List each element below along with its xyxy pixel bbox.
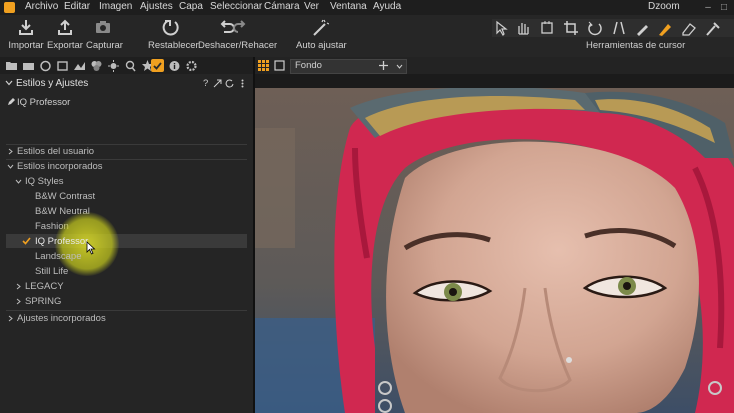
chevron-right-icon[interactable] bbox=[15, 283, 22, 290]
maximize-icon[interactable]: □ bbox=[716, 0, 732, 15]
brush-icon[interactable] bbox=[656, 19, 674, 37]
info-tab-icon[interactable] bbox=[168, 58, 181, 73]
details-tab-icon[interactable] bbox=[107, 58, 120, 73]
add-icon[interactable] bbox=[378, 60, 389, 71]
loupe-icon[interactable] bbox=[538, 19, 556, 37]
folder-tab-icon[interactable] bbox=[5, 58, 18, 73]
tree-iq-styles[interactable]: IQ Styles bbox=[25, 176, 64, 187]
styles-section-header: Estilos y Ajustes ? bbox=[0, 75, 253, 91]
cursor-tools-label: Herramientas de cursor bbox=[586, 40, 686, 51]
composition-tab-icon[interactable] bbox=[56, 58, 69, 73]
menu-editar[interactable]: Editar bbox=[64, 1, 90, 12]
chevron-down-icon bbox=[396, 64, 403, 69]
tree-spring[interactable]: SPRING bbox=[25, 296, 61, 307]
tree-legacy[interactable]: LEGACY bbox=[25, 281, 64, 292]
styles-tab[interactable] bbox=[151, 59, 164, 72]
search-tab-icon[interactable] bbox=[124, 58, 137, 73]
menu-capa[interactable]: Capa bbox=[179, 1, 203, 12]
export-icon bbox=[58, 19, 72, 35]
auto-adjust-button[interactable]: Auto ajustar bbox=[296, 18, 347, 51]
capture-button[interactable]: Capturar bbox=[86, 18, 123, 51]
style-item[interactable]: Still Life bbox=[35, 266, 68, 277]
tree-builtin-styles[interactable]: Estilos incorporados bbox=[17, 161, 103, 172]
menu-camara[interactable]: Cámara bbox=[264, 1, 300, 12]
menu-ventana[interactable]: Ventana bbox=[330, 1, 367, 12]
color-picker-icon[interactable] bbox=[704, 19, 722, 37]
style-item-selected[interactable]: IQ Professor bbox=[35, 236, 88, 247]
color-tab-icon[interactable] bbox=[90, 58, 103, 73]
minimize-icon[interactable]: – bbox=[700, 0, 716, 15]
main-toolbar: Importar Exportar Capturar Restablecer D… bbox=[0, 15, 734, 58]
chevron-down-icon[interactable] bbox=[5, 79, 13, 87]
tool-tabs bbox=[0, 57, 253, 74]
grid-view-icon[interactable] bbox=[258, 60, 269, 71]
menu-ayuda[interactable]: Ayuda bbox=[373, 1, 401, 12]
window-title: Dzoom bbox=[648, 1, 680, 12]
select-arrow-icon[interactable] bbox=[492, 19, 510, 37]
rotate-icon[interactable] bbox=[586, 19, 604, 37]
spot-removal-icon[interactable] bbox=[634, 19, 652, 37]
undo-redo-icon bbox=[220, 20, 246, 33]
magic-wand-icon bbox=[313, 19, 329, 36]
viewer-gap bbox=[255, 74, 734, 88]
camera-icon bbox=[96, 21, 110, 33]
mouse-pointer-icon bbox=[86, 241, 96, 255]
lens-tab-icon[interactable] bbox=[39, 58, 52, 73]
single-view-icon[interactable] bbox=[274, 60, 285, 71]
import-icon bbox=[19, 20, 33, 35]
tree-builtin-adjustments[interactable]: Ajustes incorporados bbox=[17, 313, 106, 324]
undo-redo-button[interactable]: Deshacer/Rehacer bbox=[198, 18, 277, 51]
section-title: Estilos y Ajustes bbox=[16, 78, 89, 89]
styles-panel: Estilos y Ajustes ? IQ Professor Estilos… bbox=[0, 57, 255, 413]
crop-icon[interactable] bbox=[562, 19, 580, 37]
portrait-photo bbox=[255, 88, 734, 413]
cursor-tools-strip bbox=[492, 19, 734, 37]
eraser-icon[interactable] bbox=[680, 19, 698, 37]
keystone-icon[interactable] bbox=[610, 19, 628, 37]
help-icon[interactable]: ? bbox=[203, 78, 208, 89]
chevron-down-icon[interactable] bbox=[7, 163, 14, 170]
image-viewer[interactable] bbox=[255, 88, 734, 413]
current-style-label: IQ Professor bbox=[17, 97, 71, 108]
pan-hand-icon[interactable] bbox=[514, 19, 532, 37]
expand-icon[interactable] bbox=[213, 79, 222, 88]
divider bbox=[6, 310, 247, 311]
styles-tab-icon bbox=[153, 62, 162, 70]
exposure-tab-icon[interactable] bbox=[73, 58, 86, 73]
chevron-right-icon[interactable] bbox=[15, 298, 22, 305]
menu-seleccionar[interactable]: Seleccionar bbox=[210, 1, 262, 12]
menu-ver[interactable]: Ver bbox=[304, 1, 319, 12]
tree-user-styles[interactable]: Estilos del usuario bbox=[17, 146, 94, 157]
background-select[interactable]: Fondo bbox=[290, 59, 407, 74]
divider bbox=[6, 144, 247, 145]
pencil-icon bbox=[8, 98, 15, 105]
menu-ajustes[interactable]: Ajustes bbox=[140, 1, 173, 12]
settings-tab-icon[interactable] bbox=[185, 58, 198, 73]
import-button[interactable]: Importar bbox=[8, 18, 44, 51]
export-button[interactable]: Exportar bbox=[47, 18, 83, 51]
more-options-icon[interactable] bbox=[238, 79, 247, 88]
reset-icon bbox=[162, 20, 179, 36]
chevron-right-icon[interactable] bbox=[7, 148, 14, 155]
camera-tab-icon[interactable] bbox=[22, 58, 35, 73]
menu-imagen[interactable]: Imagen bbox=[99, 1, 132, 12]
app-logo-icon[interactable] bbox=[4, 2, 15, 13]
reset-button[interactable]: Restablecer bbox=[148, 18, 199, 51]
style-item[interactable]: B&W Contrast bbox=[35, 191, 95, 202]
menu-archivo[interactable]: Archivo bbox=[25, 1, 58, 12]
chevron-down-icon[interactable] bbox=[15, 178, 22, 185]
checkmark-icon bbox=[22, 237, 31, 245]
divider bbox=[6, 159, 247, 160]
chevron-right-icon[interactable] bbox=[7, 315, 14, 322]
reset-tool-icon[interactable] bbox=[225, 79, 234, 88]
viewer-toolbar: Fondo bbox=[255, 57, 734, 74]
menu-bar: Archivo Editar Imagen Ajustes Capa Selec… bbox=[0, 0, 734, 15]
style-item[interactable]: Landscape bbox=[35, 251, 81, 262]
